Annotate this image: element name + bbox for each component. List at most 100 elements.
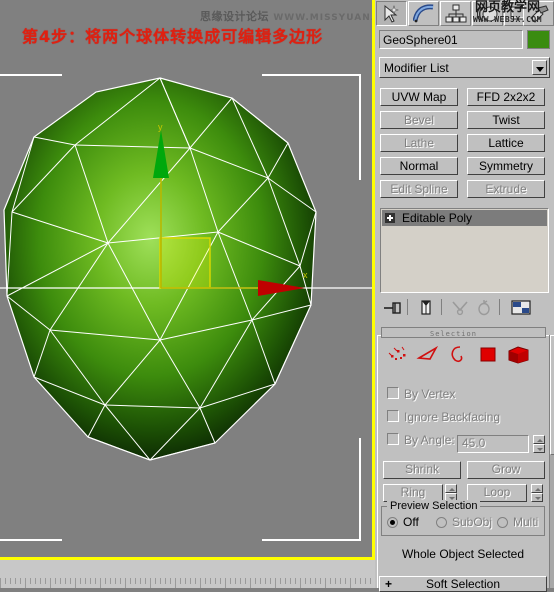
ruler-tick: [5, 578, 6, 584]
ruler-tick: [245, 578, 246, 584]
toolbar-separator: [407, 299, 408, 315]
spinner-up-icon[interactable]: [533, 435, 545, 444]
utilities-tab[interactable]: [523, 1, 554, 26]
hierarchy-tab[interactable]: [440, 1, 471, 26]
by-angle-input[interactable]: 45.0: [457, 435, 529, 453]
by-angle-spinner-arrows[interactable]: [533, 435, 545, 453]
ruler-tick: [365, 578, 366, 584]
command-panel-tabs: 网页教学网 WWW.WEBJX.COM: [376, 0, 554, 27]
vertex-level-button[interactable]: [386, 343, 412, 365]
ruler-tick: [145, 578, 146, 584]
modifier-stack-list[interactable]: Editable Poly: [380, 208, 549, 293]
modifier-button-symmetry[interactable]: Symmetry: [467, 157, 545, 175]
ruler-tick: [230, 578, 231, 584]
configure-modifier-sets-icon[interactable]: [510, 298, 532, 317]
modifier-button-bevel[interactable]: Bevel: [380, 111, 458, 129]
expand-plus-icon[interactable]: [385, 213, 395, 223]
ruler-tick: [350, 578, 351, 588]
ruler-tick: [70, 578, 71, 584]
preview-off-radio[interactable]: [387, 517, 398, 528]
ruler-tick: [135, 578, 136, 584]
object-name-input[interactable]: GeoSphere01: [379, 30, 523, 49]
modifier-button-ffd-2x2x2[interactable]: FFD 2x2x2: [467, 88, 545, 106]
by-vertex-checkbox[interactable]: [387, 387, 399, 399]
soft-selection-label: Soft Selection: [425, 577, 501, 591]
ruler-tick: [285, 578, 286, 584]
element-level-button[interactable]: [506, 343, 532, 365]
grow-button[interactable]: Grow: [467, 461, 545, 479]
ruler-tick: [355, 578, 356, 584]
spinner-up-icon[interactable]: [445, 484, 457, 493]
ruler-tick: [85, 578, 86, 584]
polygon-level-button[interactable]: [476, 343, 502, 365]
ruler-tick: [185, 578, 186, 584]
scrollbar-thumb[interactable]: [550, 335, 554, 455]
timeline-strip[interactable]: [0, 560, 375, 588]
stack-item-label: Editable Poly: [402, 211, 473, 225]
hammer-icon: [529, 5, 549, 23]
ruler-tick: [250, 578, 251, 588]
by-angle-spinner[interactable]: 45.0: [457, 435, 545, 453]
ruler-tick: [370, 578, 371, 584]
motion-tab[interactable]: [472, 1, 503, 26]
selection-rollout-header[interactable]: Selection: [381, 327, 546, 338]
curve-modify-icon: [412, 4, 433, 23]
by-angle-checkbox[interactable]: [387, 433, 399, 445]
preview-subobj-radio[interactable]: [436, 517, 447, 528]
spinner-down-icon[interactable]: [533, 444, 545, 453]
ruler-tick: [165, 578, 166, 584]
preview-multi-label: Multi: [513, 515, 539, 529]
ruler-tick: [25, 578, 26, 588]
preview-multi-radio[interactable]: [497, 517, 508, 528]
ruler-tick: [340, 578, 341, 584]
stack-item-editable-poly[interactable]: Editable Poly: [382, 210, 547, 226]
modifier-button-twist[interactable]: Twist: [467, 111, 545, 129]
modify-tab[interactable]: [408, 1, 439, 26]
ruler-tick: [225, 578, 226, 588]
modifier-button-lathe[interactable]: Lathe: [380, 134, 458, 152]
modifier-stack-toolbar: [380, 297, 549, 319]
ruler-tick: [110, 578, 111, 584]
modifier-button-lattice[interactable]: Lattice: [467, 134, 545, 152]
ruler-tick: [155, 578, 156, 584]
modifier-button-extrude[interactable]: Extrude: [467, 180, 545, 198]
chevron-down-icon[interactable]: [532, 60, 547, 75]
border-level-button[interactable]: [446, 343, 472, 365]
ruler-tick: [330, 578, 331, 584]
border-icon: [451, 346, 463, 363]
pin-stack-icon[interactable]: [382, 298, 402, 317]
preview-selection-title: Preview Selection: [387, 500, 481, 512]
modifier-button-edit-spline[interactable]: Edit Spline: [380, 180, 458, 198]
shrink-button[interactable]: Shrink: [383, 461, 461, 479]
element-icon: [508, 346, 529, 364]
show-end-result-icon[interactable]: [416, 298, 436, 317]
ruler-tick: [255, 578, 256, 584]
ruler-tick: [270, 578, 271, 584]
edge-level-button[interactable]: [416, 343, 442, 365]
command-panel: 网页教学网 WWW.WEBJX.COM GeoSphere01 Modifier…: [375, 0, 554, 592]
ruler-tick: [335, 578, 336, 584]
ignore-backfacing-checkbox[interactable]: [387, 410, 399, 422]
ruler-tick: [170, 578, 171, 584]
spinner-down-icon[interactable]: [531, 493, 543, 502]
create-tab[interactable]: [376, 1, 407, 26]
spinner-up-icon[interactable]: [531, 484, 543, 493]
soft-selection-rollout-header[interactable]: + Soft Selection: [379, 576, 547, 592]
ruler-tick: [305, 578, 306, 584]
ruler-tick: [80, 578, 81, 584]
ruler-tick: [45, 578, 46, 584]
ruler-tick: [265, 578, 266, 584]
modifier-button-uvw-map[interactable]: UVW Map: [380, 88, 458, 106]
time-ruler[interactable]: [0, 578, 375, 588]
command-panel-scrollbar[interactable]: [549, 335, 554, 588]
ruler-tick: [290, 578, 291, 584]
ruler-tick: [60, 578, 61, 584]
object-color-swatch[interactable]: [527, 30, 550, 49]
vertex-icon: [388, 346, 406, 360]
loop-spinner[interactable]: [531, 484, 543, 502]
modifier-button-normal[interactable]: Normal: [380, 157, 458, 175]
modifier-list-dropdown[interactable]: Modifier List: [379, 57, 550, 78]
selection-rollout-title: Selection: [430, 330, 477, 338]
ruler-tick: [295, 578, 296, 584]
ruler-tick: [130, 578, 131, 584]
